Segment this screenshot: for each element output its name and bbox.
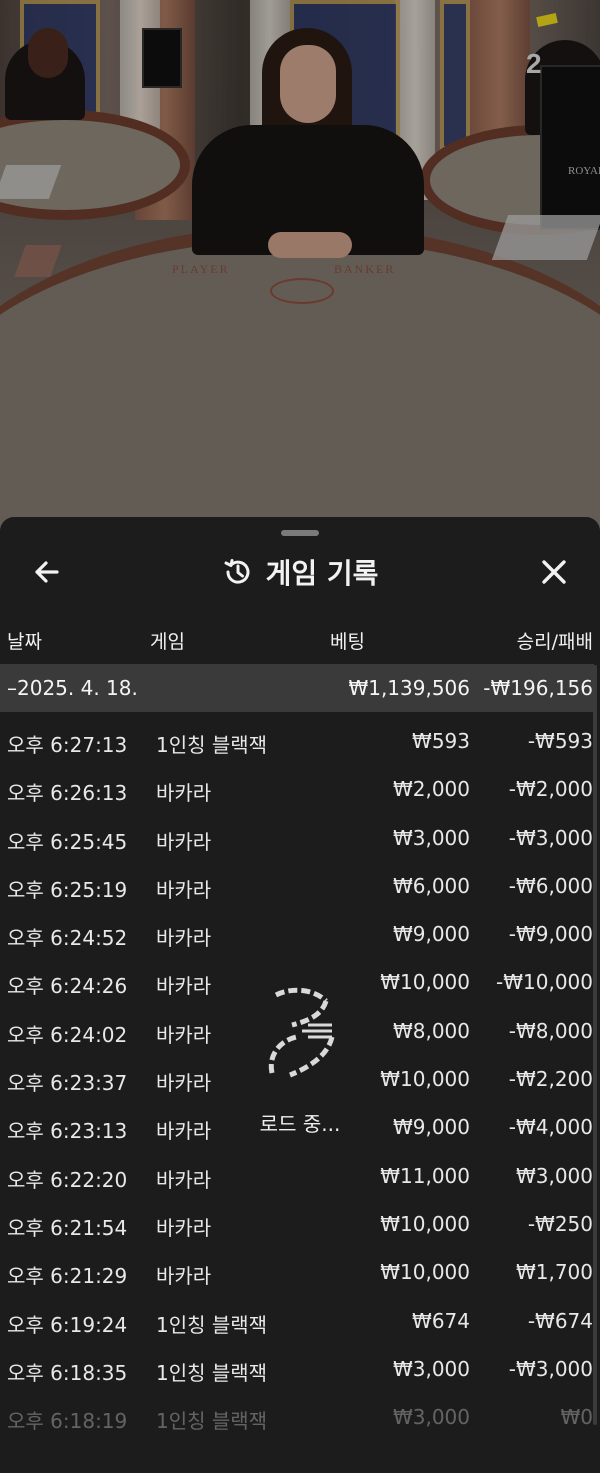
row-time: 오후 6:21:54	[7, 1215, 128, 1240]
row-result: -₩8,000	[508, 1018, 593, 1043]
scrollbar[interactable]	[593, 665, 597, 1425]
row-result: -₩250	[527, 1211, 593, 1236]
column-header-result: 승리/패배	[516, 631, 593, 653]
row-game: 1인칭 블랙잭	[156, 1360, 268, 1385]
row-time: 오후 6:18:35	[7, 1360, 128, 1385]
row-bet: ₩2,000	[392, 777, 470, 802]
date-group-bet-total: ₩1,139,506	[348, 676, 470, 700]
row-bet: ₩9,000	[392, 922, 470, 947]
column-header-date: 날짜	[7, 631, 42, 653]
row-game: 바카라	[156, 1215, 212, 1240]
row-bet: ₩11,000	[380, 1163, 470, 1188]
history-row[interactable]: 오후 6:18:35 1인칭 블랙잭 ₩3,000 -₩3,000	[0, 1345, 600, 1393]
row-bet: ₩6,000	[392, 873, 470, 898]
row-game: 1인칭 블랙잭	[156, 733, 268, 757]
row-time: 오후 6:22:20	[7, 1167, 128, 1192]
history-row[interactable]: 오후 6:26:13 바카라 ₩2,000 -₩2,000	[0, 765, 600, 813]
row-result: ₩0	[560, 1405, 594, 1430]
history-clock-icon	[224, 559, 250, 584]
row-result: -₩593	[527, 729, 593, 753]
row-game: 바카라	[156, 974, 212, 999]
column-header-bet: 베팅	[330, 631, 365, 653]
history-row[interactable]: 오후 6:24:52 바카라 ₩9,000 -₩9,000	[0, 910, 600, 958]
row-time: 오후 6:23:37	[7, 1071, 128, 1096]
row-result: -₩2,000	[508, 777, 593, 802]
sheet-header: 게임 기록	[0, 547, 600, 595]
row-time: 오후 6:26:13	[7, 781, 128, 806]
row-game: 바카라	[156, 781, 212, 806]
row-bet: ₩10,000	[380, 970, 470, 995]
sheet-title-wrap: 게임 기록	[0, 552, 600, 592]
history-row[interactable]: 오후 6:21:54 바카라 ₩10,000 -₩250	[0, 1200, 600, 1248]
sheet-title: 게임 기록	[265, 557, 379, 590]
row-result: -₩9,000	[508, 922, 593, 947]
row-result: -₩674	[527, 1308, 593, 1333]
close-x-icon	[542, 560, 566, 584]
row-time: 오후 6:27:13	[7, 733, 128, 757]
date-group-result-total: -₩196,156	[483, 676, 593, 700]
history-row[interactable]: 오후 6:25:45 바카라 ₩3,000 -₩3,000	[0, 814, 600, 862]
row-bet: ₩3,000	[392, 1356, 470, 1381]
row-game: 바카라	[156, 1264, 212, 1289]
game-history-sheet: 게임 기록 날짜 게임 베팅 승리/패배 –2025. 4. 18. ₩1,13…	[0, 517, 600, 1473]
row-result: ₩1,700	[515, 1260, 593, 1285]
row-result: -₩10,000	[496, 970, 593, 995]
row-game: 바카라	[156, 1167, 212, 1192]
row-game: 1인칭 블랙잭	[156, 1409, 268, 1434]
history-row[interactable]: 오후 6:21:29 바카라 ₩10,000 ₩1,700	[0, 1248, 600, 1296]
row-time: 오후 6:25:45	[7, 829, 128, 854]
live-video-feed: ROYAL PLAYER BANKER 2	[0, 0, 600, 560]
row-bet: ₩674	[412, 1308, 470, 1333]
history-row[interactable]: 오후 6:25:19 바카라 ₩6,000 -₩6,000	[0, 862, 600, 910]
row-bet: ₩10,000	[380, 1211, 470, 1236]
history-row[interactable]: 오후 6:27:13 1인칭 블랙잭 ₩593 -₩593	[0, 717, 600, 765]
loading-text: 로드 중...	[259, 1112, 341, 1136]
row-bet: ₩10,000	[380, 1260, 470, 1285]
row-game: 바카라	[156, 1022, 212, 1047]
row-game: 바카라	[156, 877, 212, 902]
row-game: 1인칭 블랙잭	[156, 1312, 268, 1337]
row-game: 바카라	[156, 926, 212, 951]
brand-spinner-icon	[268, 987, 335, 1078]
row-time: 오후 6:24:26	[7, 974, 128, 999]
row-time: 오후 6:24:52	[7, 926, 128, 951]
row-bet: ₩3,000	[392, 825, 470, 850]
row-result: ₩3,000	[515, 1163, 593, 1188]
row-result: -₩2,200	[508, 1067, 593, 1092]
row-bet: ₩593	[412, 729, 470, 753]
history-row[interactable]: 오후 6:22:20 바카라 ₩11,000 ₩3,000	[0, 1152, 600, 1200]
row-bet: ₩8,000	[392, 1018, 470, 1043]
row-bet: ₩3,000	[392, 1405, 470, 1430]
date-group-label: –2025. 4. 18.	[7, 676, 138, 700]
history-row[interactable]: 오후 6:18:19 1인칭 블랙잭 ₩3,000 ₩0	[0, 1393, 600, 1441]
row-result: -₩6,000	[508, 873, 593, 898]
dim-overlay	[0, 0, 600, 560]
row-time: 오후 6:24:02	[7, 1022, 128, 1047]
row-time: 오후 6:19:24	[7, 1312, 128, 1337]
row-time: 오후 6:18:19	[7, 1409, 128, 1434]
row-game: 바카라	[156, 829, 212, 854]
sheet-drag-handle[interactable]	[281, 530, 319, 536]
row-result: -₩3,000	[508, 1356, 593, 1381]
close-button[interactable]	[537, 555, 571, 589]
row-time: 오후 6:21:29	[7, 1264, 128, 1289]
column-header-game: 게임	[150, 631, 185, 653]
row-bet: ₩10,000	[380, 1067, 470, 1092]
date-group-row[interactable]: –2025. 4. 18. ₩1,139,506 -₩196,156	[0, 664, 594, 712]
history-row[interactable]: 오후 6:19:24 1인칭 블랙잭 ₩674 -₩674	[0, 1297, 600, 1345]
row-result: -₩3,000	[508, 825, 593, 850]
row-game: 바카라	[156, 1071, 212, 1096]
row-time: 오후 6:25:19	[7, 877, 128, 902]
